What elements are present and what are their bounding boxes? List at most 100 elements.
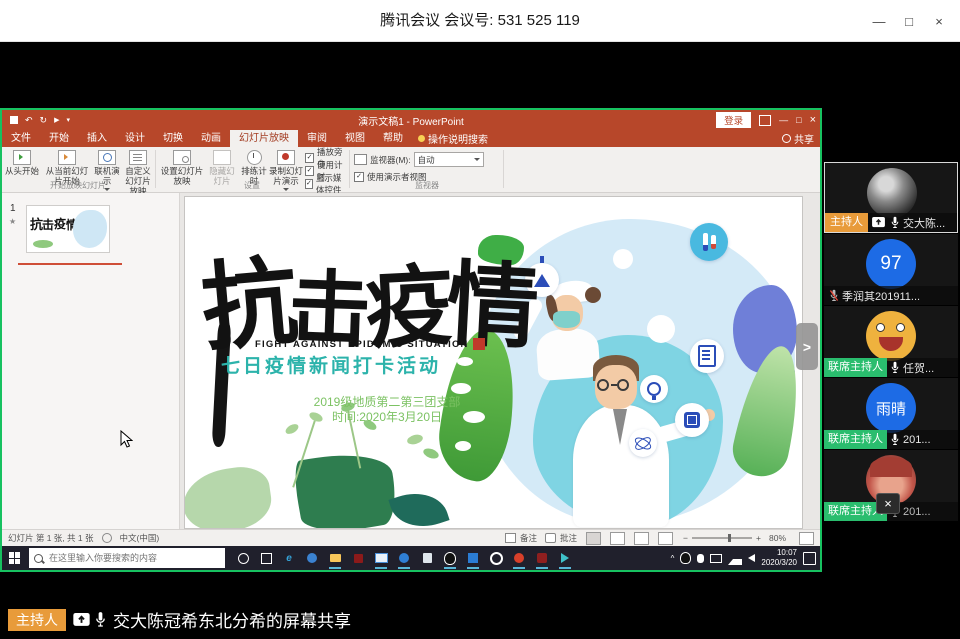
- zoom-in-button[interactable]: +: [756, 533, 761, 543]
- ppt-edit-area: 1 ★ 抗 击 疫 情: [2, 193, 820, 529]
- participant-tile[interactable]: 97 季润其201911...: [824, 234, 958, 305]
- slideshow-view-button[interactable]: [658, 532, 673, 545]
- task-view-icon[interactable]: [258, 550, 274, 566]
- notes-button[interactable]: 备注: [520, 532, 537, 544]
- normal-view-button[interactable]: [586, 532, 601, 545]
- tab-help[interactable]: 帮助: [374, 130, 412, 147]
- checkbox-icon: ✓: [305, 153, 314, 163]
- close-overlay-button[interactable]: ×: [876, 493, 900, 514]
- start-button[interactable]: [9, 552, 21, 564]
- zoom-out-button[interactable]: −: [683, 533, 688, 543]
- maximize-button[interactable]: □: [894, 14, 924, 29]
- close-button[interactable]: ×: [924, 14, 954, 29]
- edge-icon[interactable]: e: [281, 550, 297, 566]
- fit-to-window-button[interactable]: [799, 532, 814, 545]
- taskbar-clock[interactable]: 10:07 2020/3/20: [761, 548, 797, 567]
- notes-app-icon[interactable]: [419, 550, 435, 566]
- avatar: 雨晴: [866, 383, 916, 433]
- tab-insert[interactable]: 插入: [78, 130, 116, 147]
- monitor-dropdown[interactable]: 自动: [414, 152, 484, 167]
- mail-icon[interactable]: [373, 550, 389, 566]
- participant-name: 201...: [903, 434, 931, 446]
- date-line: 时间:2020年3月20日: [295, 410, 479, 425]
- qq-icon[interactable]: [442, 550, 458, 566]
- signin-button[interactable]: 登录: [716, 112, 751, 128]
- ribbon-group-setup: 设置幻灯片放映 隐藏幻灯片 排练计时 录制幻灯片演示 ✓播放旁白 ✓使用计时 ✓…: [157, 147, 347, 192]
- taskbar-search[interactable]: [29, 548, 225, 568]
- ppt-window-title: 演示文稿1 - PowerPoint: [2, 113, 820, 128]
- slide-thumbnail-panel[interactable]: 1 ★ 抗 击 疫 情: [2, 193, 180, 529]
- store-icon[interactable]: [350, 550, 366, 566]
- subtitle-row: FIGHT AGAINST EPIDEMIC SITUATION: [255, 338, 485, 350]
- language-status[interactable]: 中文(中国): [120, 532, 160, 544]
- collapse-sidebar-button[interactable]: >: [796, 323, 818, 370]
- zoom-slider[interactable]: [692, 537, 752, 539]
- group-label: 设置: [157, 180, 347, 191]
- file-explorer-icon[interactable]: [327, 550, 343, 566]
- participant-label: 联席主持人 任贺...: [824, 358, 958, 377]
- participant-tile[interactable]: 联席主持人 任贺...: [824, 306, 958, 377]
- person-icon: [782, 134, 791, 143]
- test-tubes-icon: [690, 223, 728, 261]
- thumb-title: 疫: [54, 215, 66, 232]
- animation-star-icon: ★: [9, 217, 16, 226]
- watercolor-leaf: [185, 463, 275, 528]
- tray-mic-icon[interactable]: [697, 554, 704, 563]
- action-center-icon[interactable]: [803, 552, 816, 565]
- share-button[interactable]: 共享: [782, 131, 814, 146]
- slide-sorter-view-button[interactable]: [610, 532, 625, 545]
- cortana-icon[interactable]: [235, 550, 251, 566]
- minimize-button[interactable]: —: [864, 14, 894, 29]
- search-input[interactable]: [47, 552, 201, 564]
- ppt-minimize-button[interactable]: —: [779, 115, 788, 125]
- participant-tile[interactable]: 雨晴 联席主持人 201...: [824, 378, 958, 449]
- tab-view[interactable]: 视图: [336, 130, 374, 147]
- group-label: 开始放映幻灯片: [2, 180, 154, 191]
- zoom-level[interactable]: 80%: [769, 533, 786, 543]
- shared-screen: ↶ ↻ ▶ ▾ 演示文稿1 - PowerPoint 登录 — □ × 文件 开…: [0, 108, 822, 572]
- ribbon-group-start-slideshow: 从头开始 从当前幻灯片开始 联机演示 自定义幻灯片放映 开始放映幻灯片: [2, 147, 154, 192]
- wifi-icon[interactable]: [728, 552, 742, 565]
- ribbon-group-monitors: 监视器(M): 自动 ✓ 使用演示者视图 监视器: [352, 147, 502, 192]
- video-app-icon[interactable]: [534, 550, 550, 566]
- tray-qq-icon[interactable]: [680, 552, 691, 564]
- from-beginning-label: 从头开始: [5, 167, 39, 177]
- ribbon-display-options-icon[interactable]: [759, 115, 771, 126]
- white-dot: [613, 249, 633, 269]
- participant-tile[interactable]: 主持人 交大陈...: [824, 162, 958, 233]
- tab-transitions[interactable]: 切换: [154, 130, 192, 147]
- tab-review[interactable]: 审阅: [298, 130, 336, 147]
- leaf-hole: [451, 383, 471, 394]
- ppt-close-button[interactable]: ×: [810, 114, 816, 126]
- reading-view-button[interactable]: [634, 532, 649, 545]
- from-beginning-button[interactable]: 从头开始: [4, 150, 40, 177]
- music-icon[interactable]: [511, 550, 527, 566]
- tab-design[interactable]: 设计: [116, 130, 154, 147]
- avatar: 97: [866, 239, 916, 289]
- qq-browser-icon[interactable]: [396, 550, 412, 566]
- comments-button[interactable]: 批注: [560, 532, 577, 544]
- rehearse-timings-icon: [247, 150, 262, 165]
- share-banner: 主持人 交大陈冠希东北分希的屏幕共享: [0, 600, 960, 639]
- ppt-maximize-button[interactable]: □: [796, 115, 801, 125]
- slide-thumbnail[interactable]: 抗 击 疫 情: [26, 205, 110, 253]
- tray-keyboard-icon[interactable]: [710, 554, 722, 563]
- screen-share-icon: [73, 613, 90, 627]
- photos-icon[interactable]: [465, 550, 481, 566]
- tab-home[interactable]: 开始: [40, 130, 78, 147]
- browser-icon[interactable]: [304, 550, 320, 566]
- accessibility-icon[interactable]: [102, 533, 112, 543]
- tab-file[interactable]: 文件: [2, 130, 40, 147]
- slide-canvas[interactable]: 抗击疫情 FIGHT AGAINST EPIDEMIC SITUATION 七日…: [185, 197, 802, 528]
- tray-expand-icon[interactable]: ^: [671, 554, 675, 563]
- tell-me-box[interactable]: 操作说明搜索: [412, 131, 494, 146]
- settings-icon[interactable]: [488, 550, 504, 566]
- tab-animations[interactable]: 动画: [192, 130, 230, 147]
- window-controls: — □ ×: [864, 0, 954, 42]
- volume-icon[interactable]: [748, 554, 755, 562]
- search-icon: [34, 554, 43, 563]
- player-icon[interactable]: [557, 550, 573, 566]
- tab-slideshow[interactable]: 幻灯片放映: [230, 130, 298, 147]
- clipboard-icon: [690, 339, 724, 373]
- monitor-row: 监视器(M): 自动: [354, 152, 484, 167]
